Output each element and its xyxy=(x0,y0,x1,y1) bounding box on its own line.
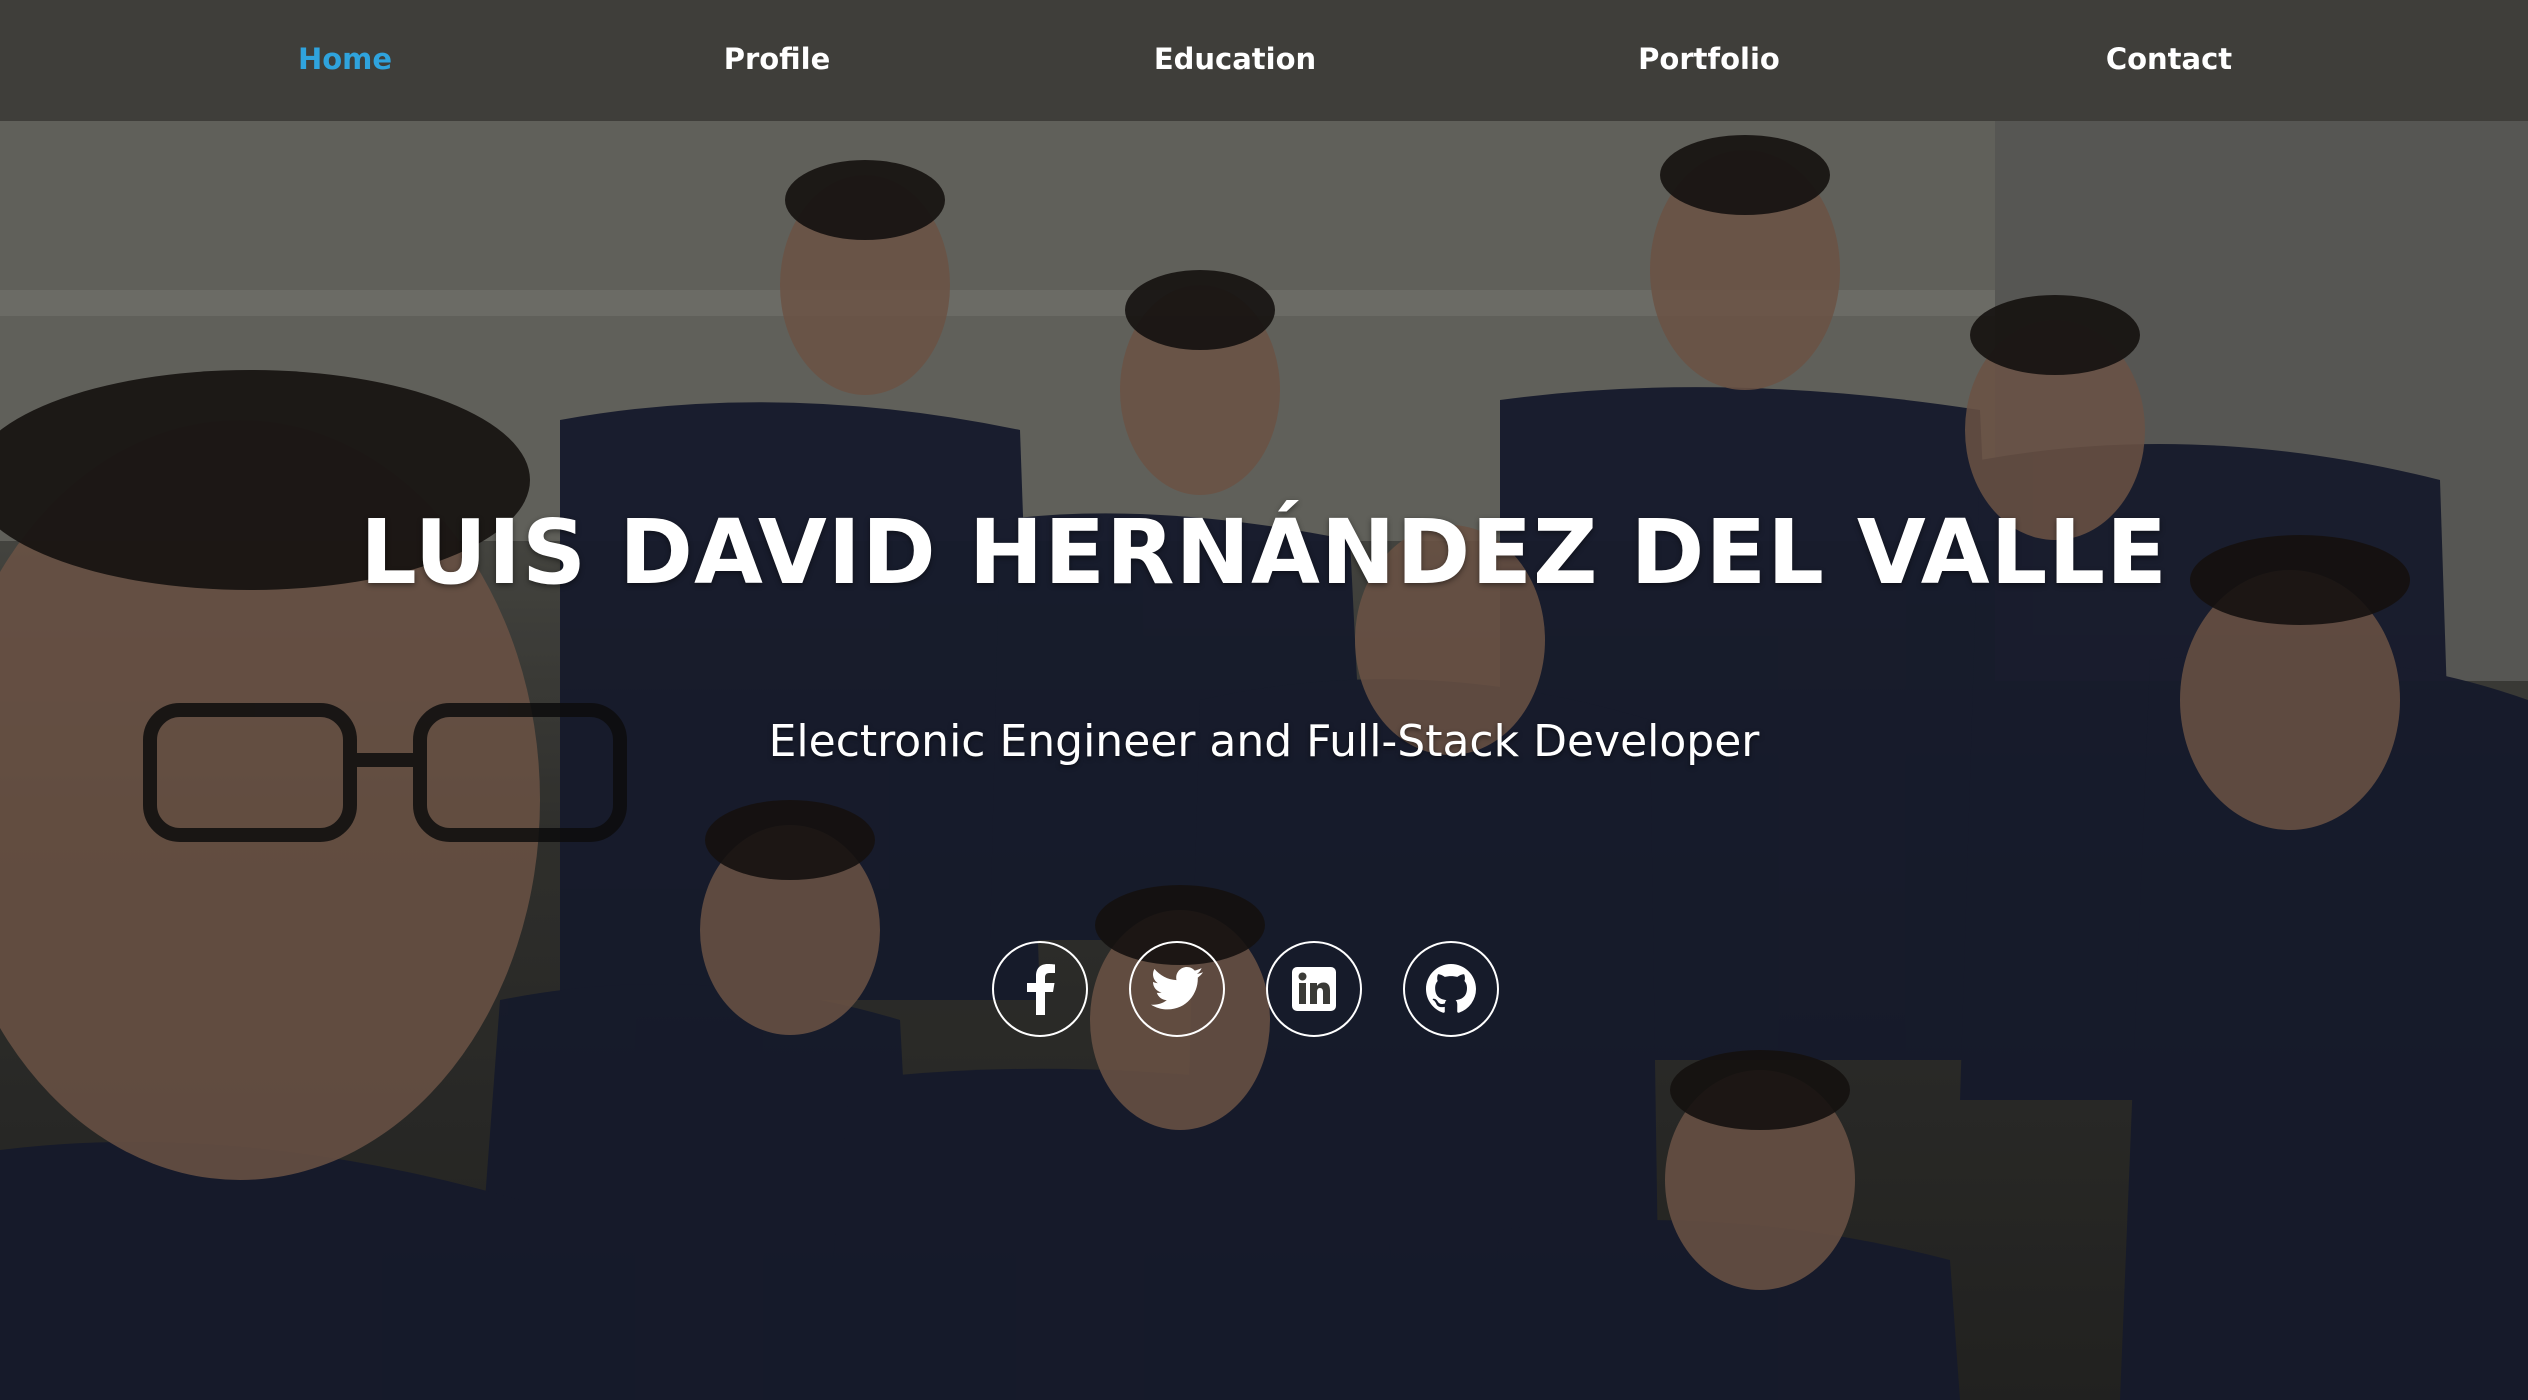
facebook-link[interactable] xyxy=(992,941,1088,1037)
github-link[interactable] xyxy=(1403,941,1499,1037)
twitter-link[interactable] xyxy=(1129,941,1225,1037)
page: Home Profile Education Portfolio Contact… xyxy=(0,0,2528,1400)
top-navbar: Home Profile Education Portfolio Contact xyxy=(0,0,2528,121)
twitter-icon xyxy=(1151,967,1203,1010)
facebook-icon xyxy=(1027,964,1055,1015)
nav-item-home[interactable]: Home xyxy=(298,0,392,121)
nav-item-profile[interactable]: Profile xyxy=(724,0,831,121)
social-links xyxy=(990,941,1510,1041)
linkedin-link[interactable] xyxy=(1266,941,1362,1037)
github-icon xyxy=(1426,964,1476,1013)
nav-item-contact[interactable]: Contact xyxy=(2106,0,2232,121)
nav-item-education[interactable]: Education xyxy=(1154,0,1316,121)
hero-title: LUIS DAVID HERNÁNDEZ DEL VALLE xyxy=(360,500,2168,604)
nav-item-portfolio[interactable]: Portfolio xyxy=(1638,0,1780,121)
hero-dark-overlay xyxy=(0,0,2528,1400)
linkedin-icon xyxy=(1292,967,1336,1011)
hero-subtitle: Electronic Engineer and Full-Stack Devel… xyxy=(768,716,1760,767)
